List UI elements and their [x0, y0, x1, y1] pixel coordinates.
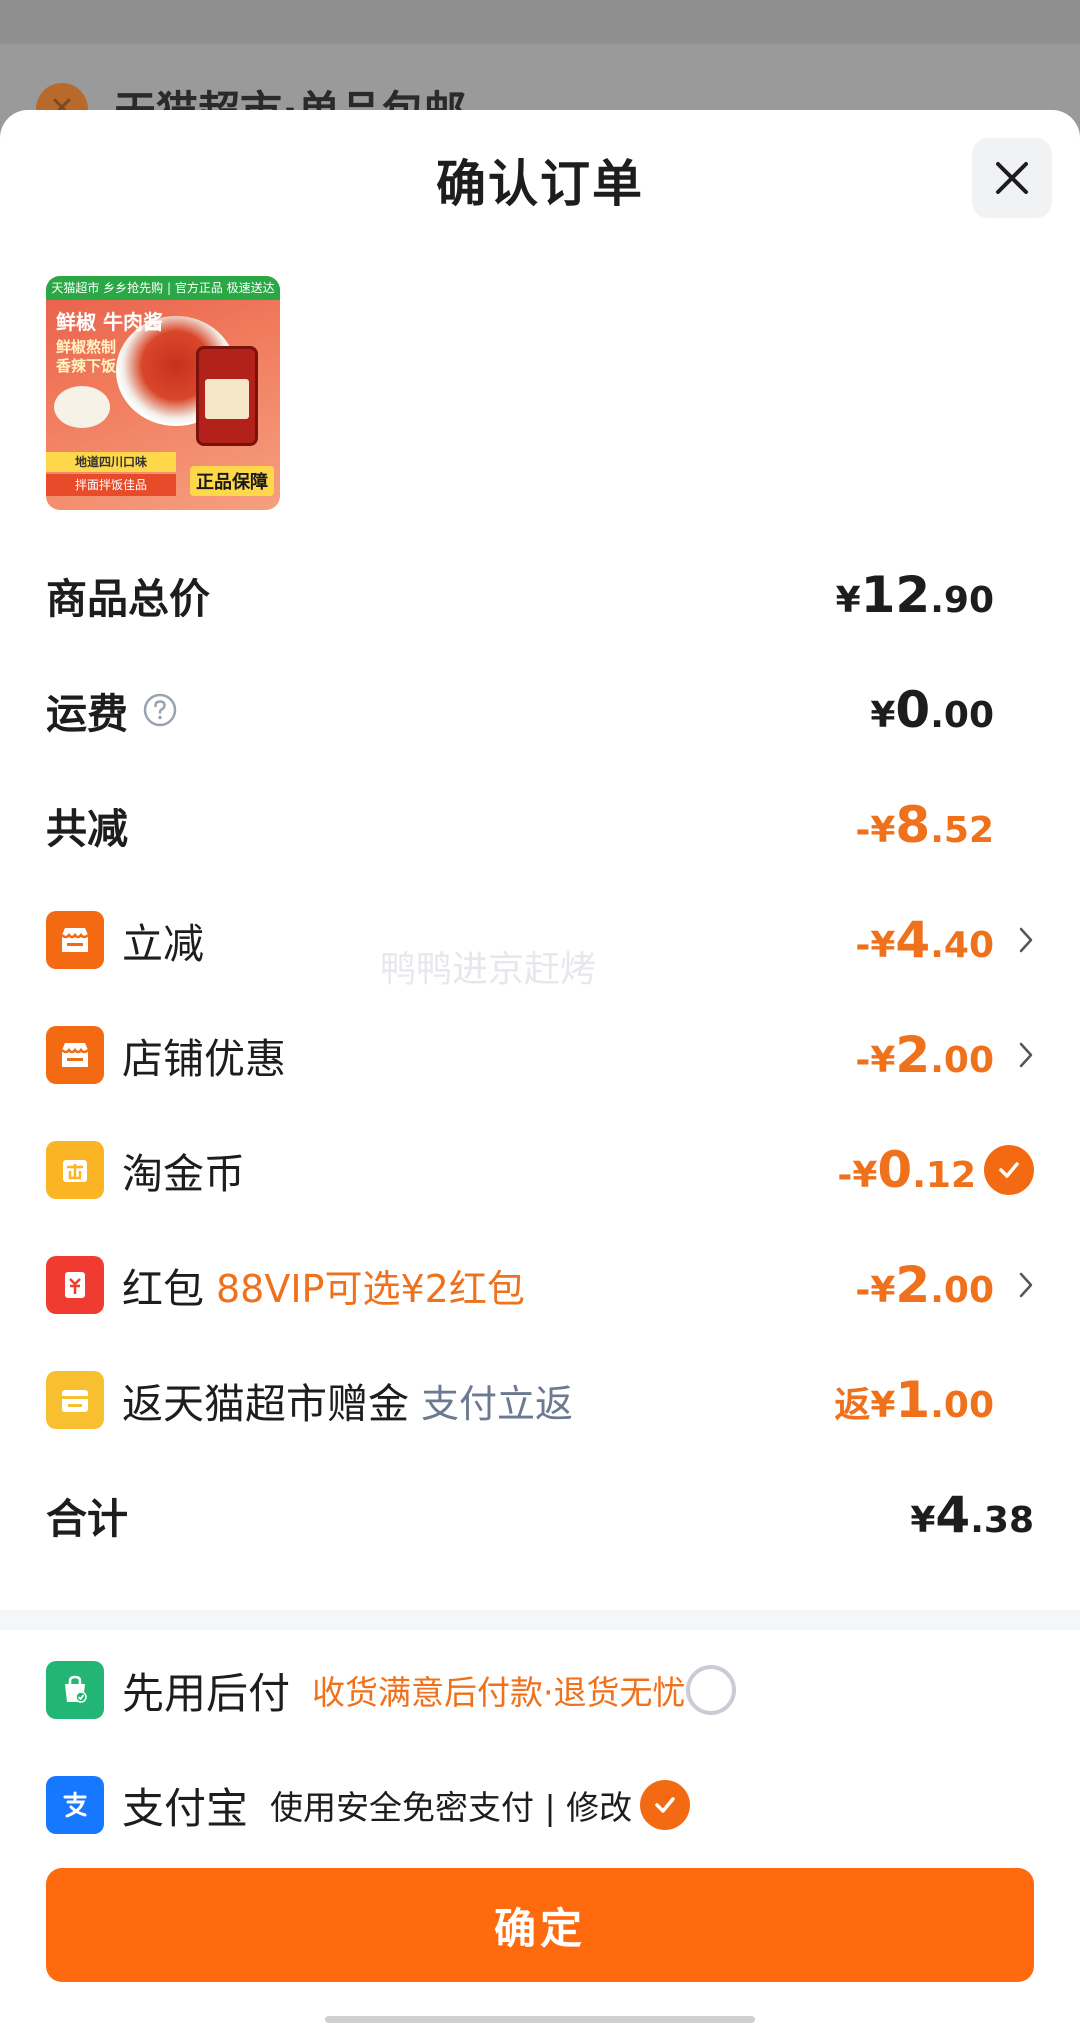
shipping-row: 运费 ¥0.00	[46, 675, 1034, 745]
goods-total-row: 商品总价 ¥12.90	[46, 560, 1034, 630]
close-button[interactable]	[972, 138, 1052, 218]
alipay-label: 支付宝	[122, 1783, 249, 1833]
product-thumbnail[interactable]: 天猫超市 乡乡抢先购 | 官方正品 极速送达 鲜椒 牛肉酱 鲜椒熬制 香辣下饭 …	[46, 276, 280, 510]
checkmark-icon[interactable]	[640, 1780, 691, 1830]
discount-label: 返天猫超市赠金	[122, 1380, 409, 1428]
product-image-badge: 地道四川口味	[46, 452, 176, 472]
shopping-bag-icon	[46, 1661, 104, 1719]
product-image-title: 鲜椒 牛肉酱	[56, 310, 163, 334]
alipay-icon	[46, 1776, 104, 1834]
shop-discount-row[interactable]: 店铺优惠 -¥2.00	[46, 1020, 1034, 1090]
product-image-badge: 拌面拌饭佳品	[46, 474, 176, 496]
alipay-option[interactable]: 支付宝 使用安全免密支付 | 修改	[46, 1770, 1034, 1840]
product-image-banner: 天猫超市 乡乡抢先购 | 官方正品 极速送达	[46, 276, 280, 300]
shop-coupon-icon	[46, 1026, 104, 1084]
gift-card-icon	[46, 1371, 104, 1429]
discount-label: 红包	[122, 1265, 204, 1313]
confirm-order-sheet: 确认订单 天猫超市 乡乡抢先购 | 官方正品 极速送达 鲜椒 牛肉酱 鲜椒熬制 …	[0, 110, 1080, 2028]
pay-later-option[interactable]: 先用后付 收货满意后付款·退货无忧	[46, 1655, 1034, 1725]
product-image-subtitle: 鲜椒熬制 香辣下饭	[56, 338, 117, 375]
chevron-right-icon	[1004, 1271, 1034, 1299]
red-packet-row[interactable]: 红包 88VIP可选¥2红包 -¥2.00	[46, 1250, 1034, 1320]
product-image-guarantee: 正品保障	[190, 466, 274, 496]
help-icon[interactable]	[142, 692, 178, 728]
alipay-note[interactable]: 使用安全免密支付 | 修改	[270, 1781, 632, 1829]
cashback-price: 返¥1.00	[834, 1371, 994, 1429]
product-image-garlic	[54, 386, 110, 428]
discount-label: 立减	[122, 920, 204, 968]
home-indicator[interactable]	[325, 2016, 755, 2023]
discount-price: -¥2.00	[855, 1026, 994, 1084]
close-icon	[996, 162, 1028, 194]
page-title: 确认订单	[436, 155, 644, 213]
chevron-right-icon	[1004, 926, 1034, 954]
confirm-button[interactable]: 确定	[46, 1868, 1034, 1982]
pay-later-note: 收货满意后付款·退货无忧	[312, 1673, 686, 1712]
shop-coupon-icon	[46, 911, 104, 969]
cashback-note: 支付立返	[421, 1381, 574, 1426]
checkmark-icon[interactable]	[984, 1145, 1034, 1195]
radio-unchecked-icon[interactable]	[685, 1665, 736, 1715]
shipping-price: ¥0.00	[870, 681, 994, 739]
section-divider	[0, 1610, 1080, 1630]
discount-price: -¥2.00	[855, 1256, 994, 1314]
coin-icon	[46, 1141, 104, 1199]
discount-label: 淘金币	[122, 1150, 245, 1198]
discount-price: -¥0.12	[837, 1141, 976, 1199]
vip-note: 88VIP可选¥2红包	[216, 1266, 525, 1311]
goods-total-label: 商品总价	[46, 575, 210, 623]
total-discount-label: 共减	[46, 805, 128, 853]
total-discount-row: 共减 -¥8.52	[46, 790, 1034, 860]
order-total-price: ¥4.38	[910, 1486, 1034, 1544]
chevron-right-icon	[1004, 1041, 1034, 1069]
backdrop-status-bar	[0, 0, 1080, 44]
taojinbi-row[interactable]: 淘金币 -¥0.12	[46, 1135, 1034, 1205]
order-total-label: 合计	[46, 1495, 128, 1543]
goods-total-price: ¥12.90	[835, 566, 994, 624]
product-image-jar	[196, 346, 258, 446]
shipping-label: 运费	[46, 690, 128, 738]
total-discount-price: -¥8.52	[855, 796, 994, 854]
pay-later-label: 先用后付	[122, 1668, 291, 1718]
discount-label: 店铺优惠	[122, 1035, 286, 1083]
cashback-row: 返天猫超市赠金 支付立返 返¥1.00	[46, 1365, 1034, 1435]
discount-price: -¥4.40	[855, 911, 994, 969]
instant-discount-row[interactable]: 立减 -¥4.40	[46, 905, 1034, 975]
red-packet-icon	[46, 1256, 104, 1314]
order-total-row: 合计 ¥4.38	[46, 1480, 1034, 1550]
